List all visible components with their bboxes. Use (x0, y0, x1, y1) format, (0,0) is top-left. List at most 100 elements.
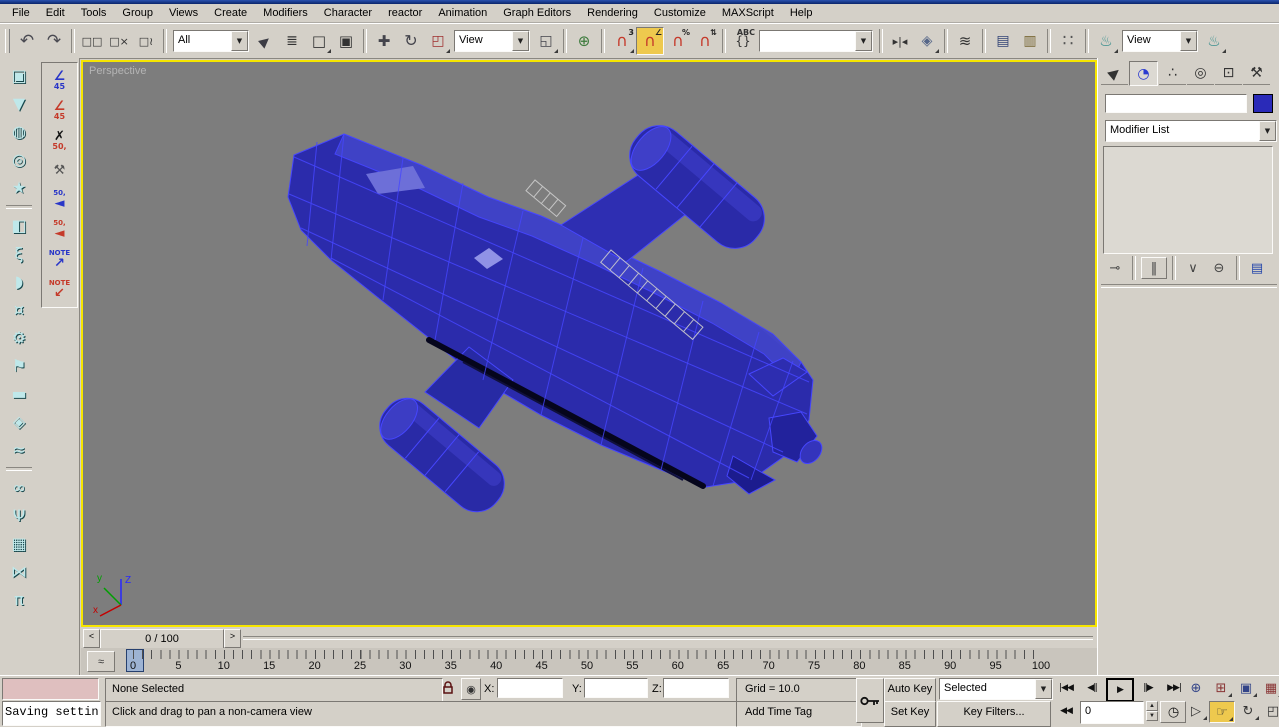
open-mini-curve-editor-button[interactable]: ≈ (87, 651, 115, 672)
mirror-button[interactable]: ▸|◂ (887, 28, 913, 54)
go-to-end-button[interactable]: ▶▶| (1162, 678, 1186, 698)
create-fracture-button[interactable]: ◈ (5, 408, 33, 436)
play-button[interactable]: ▶ (1106, 678, 1134, 702)
rect-selection-region-button[interactable]: □ (306, 28, 332, 54)
create-damper-button[interactable]: ◗ (5, 268, 33, 296)
motion-tab[interactable]: ◎ (1187, 61, 1214, 85)
key-50-red-button[interactable]: 50,◄ (45, 215, 75, 245)
create-water-button[interactable]: ≈ (5, 436, 33, 464)
menu-help[interactable]: Help (782, 5, 821, 21)
zoom-extents-button[interactable]: ▣ (1234, 678, 1258, 698)
absolute-offset-mode-toggle[interactable]: ◉ (461, 678, 481, 700)
use-pivot-center-button[interactable]: ◱ (533, 28, 559, 54)
material-editor-button[interactable]: ∷ (1055, 28, 1081, 54)
reference-coordinate-dropdown[interactable]: View▼ (454, 30, 530, 52)
add-time-tag-field[interactable]: Add Time Tag (736, 701, 862, 727)
create-motor-button[interactable]: ¤ (5, 296, 33, 324)
menu-file[interactable]: File (4, 5, 38, 21)
open-property-editor-button[interactable]: ▦ (5, 530, 33, 558)
modifier-list-arrow[interactable]: ▼ (1259, 121, 1276, 141)
show-end-result-button[interactable]: ‖ (1141, 257, 1167, 279)
note-red-button[interactable]: NOTE↙ (45, 275, 75, 305)
curve-editor-button[interactable]: ▤ (990, 28, 1016, 54)
track-bar[interactable]: ≈ 05101520253035404550556065707580859095… (81, 648, 1097, 676)
viewport-label[interactable]: Perspective (89, 65, 146, 77)
perspective-viewport[interactable]: Perspective Z y x (81, 60, 1097, 627)
hierarchy-tab[interactable]: ∴ (1159, 61, 1186, 85)
y-coordinate-field[interactable] (584, 678, 648, 698)
named-selection-dropdown-arrow[interactable]: ▼ (855, 31, 872, 51)
menu-animation[interactable]: Animation (430, 5, 495, 21)
key-mode-toggle-button[interactable]: ◀◀ (1054, 701, 1078, 721)
spinner-up-icon[interactable]: ▲ (1146, 701, 1158, 711)
key-50-blue-button[interactable]: 50,◄ (45, 185, 75, 215)
named-selection-dropdown[interactable]: ▼ (759, 30, 873, 52)
schematic-view-button[interactable]: ▥ (1017, 28, 1043, 54)
snaps-toggle-button[interactable]: ∩3 (609, 28, 635, 54)
selection-filter-dropdown-arrow[interactable]: ▼ (231, 31, 248, 51)
analyze-world-button[interactable]: π (5, 586, 33, 614)
create-cloth-collection-button[interactable]: ▼ (5, 90, 33, 118)
time-slider-track[interactable] (243, 636, 1093, 640)
select-and-move-button[interactable]: ✚ (371, 28, 397, 54)
selection-lock-toggle[interactable] (439, 678, 457, 698)
menu-views[interactable]: Views (161, 5, 206, 21)
create-ragdoll-button[interactable]: Ψ (5, 502, 33, 530)
modifier-stack-list[interactable] (1103, 146, 1273, 254)
next-frame-arrow[interactable]: > (224, 629, 241, 648)
arc-rotate-button[interactable]: ↻ (1236, 701, 1260, 721)
undo-button[interactable]: ↶ (14, 28, 40, 54)
select-and-scale-button[interactable]: ◰ (425, 28, 451, 54)
create-rigid-body-button[interactable]: ◧ (5, 212, 33, 240)
zoom-extents-all-button[interactable]: ▦ (1259, 678, 1279, 698)
make-unique-button[interactable]: ∨ (1181, 258, 1205, 278)
soft-45-blue-button[interactable]: ∠45 (45, 65, 75, 95)
create-plane-button[interactable]: ⚙ (5, 324, 33, 352)
render-type-dropdown-arrow[interactable]: ▼ (1180, 31, 1197, 51)
time-slider-handle[interactable]: 0 / 100 (100, 629, 224, 650)
create-constraint-solver-button[interactable]: ⋈ (5, 558, 33, 586)
previous-frame-arrow[interactable]: < (83, 629, 100, 648)
select-and-rotate-button[interactable]: ↻ (398, 28, 424, 54)
modify-tab[interactable]: ◔ (1129, 61, 1158, 86)
pan-button[interactable]: ☞ (1209, 701, 1235, 723)
menu-reactor[interactable]: reactor (380, 5, 430, 21)
key-selection-dropdown[interactable]: Selected ▼ (939, 678, 1053, 700)
maximize-viewport-toggle[interactable]: ◰ (1261, 701, 1279, 721)
previous-frame-button[interactable]: ◀‖ (1080, 678, 1104, 698)
x-coordinate-field[interactable] (497, 678, 563, 698)
unlink-selection-button[interactable]: □× (106, 28, 132, 54)
pin-stack-button[interactable]: ⊸ (1103, 258, 1127, 278)
reference-coordinate-dropdown-arrow[interactable]: ▼ (512, 31, 529, 51)
maxscript-listener-output[interactable]: Saving settin (2, 701, 101, 726)
create-tab[interactable]: ▶ (1101, 61, 1128, 85)
align-button[interactable]: ◈ (914, 28, 940, 54)
zoom-button[interactable]: ⊕ (1184, 678, 1208, 698)
menu-maxscript[interactable]: MAXScript (714, 5, 782, 21)
current-frame-field[interactable]: 0 (1080, 701, 1144, 724)
create-rigid-body-collection-button[interactable]: ▣ (5, 62, 33, 90)
toolbar-handle[interactable] (5, 29, 10, 53)
select-and-link-button[interactable]: □□ (79, 28, 105, 54)
trackbar-ruler[interactable] (133, 650, 1042, 659)
maxscript-listener-input[interactable] (2, 678, 99, 700)
z-coordinate-field[interactable] (663, 678, 729, 698)
selection-filter-dropdown[interactable]: All▼ (173, 30, 249, 52)
object-name-field[interactable] (1105, 94, 1247, 113)
menu-edit[interactable]: Edit (38, 5, 73, 21)
set-key-button[interactable]: Set Key (884, 701, 936, 727)
menu-rendering[interactable]: Rendering (579, 5, 646, 21)
utilities-tab[interactable]: ⚒ (1243, 61, 1270, 85)
select-and-manipulate-button[interactable]: ⊕ (571, 28, 597, 54)
object-color-swatch[interactable] (1253, 94, 1273, 113)
frame-spinner[interactable]: ▲ ▼ (1146, 701, 1158, 721)
key-selection-arrow[interactable]: ▼ (1035, 679, 1052, 699)
zoom-region-button[interactable]: ▷ (1184, 701, 1208, 721)
configure-modifier-sets-button[interactable]: ▤ (1245, 258, 1269, 278)
create-wind-button[interactable]: ⚑ (5, 352, 33, 380)
spinner-snap-toggle-button[interactable]: ∩⇅ (692, 28, 718, 54)
spinner-down-icon[interactable]: ▼ (1146, 711, 1158, 721)
select-object-button[interactable]: ▶ (252, 28, 278, 54)
soft-45-red-button[interactable]: ∠45 (45, 95, 75, 125)
menu-modifiers[interactable]: Modifiers (255, 5, 316, 21)
